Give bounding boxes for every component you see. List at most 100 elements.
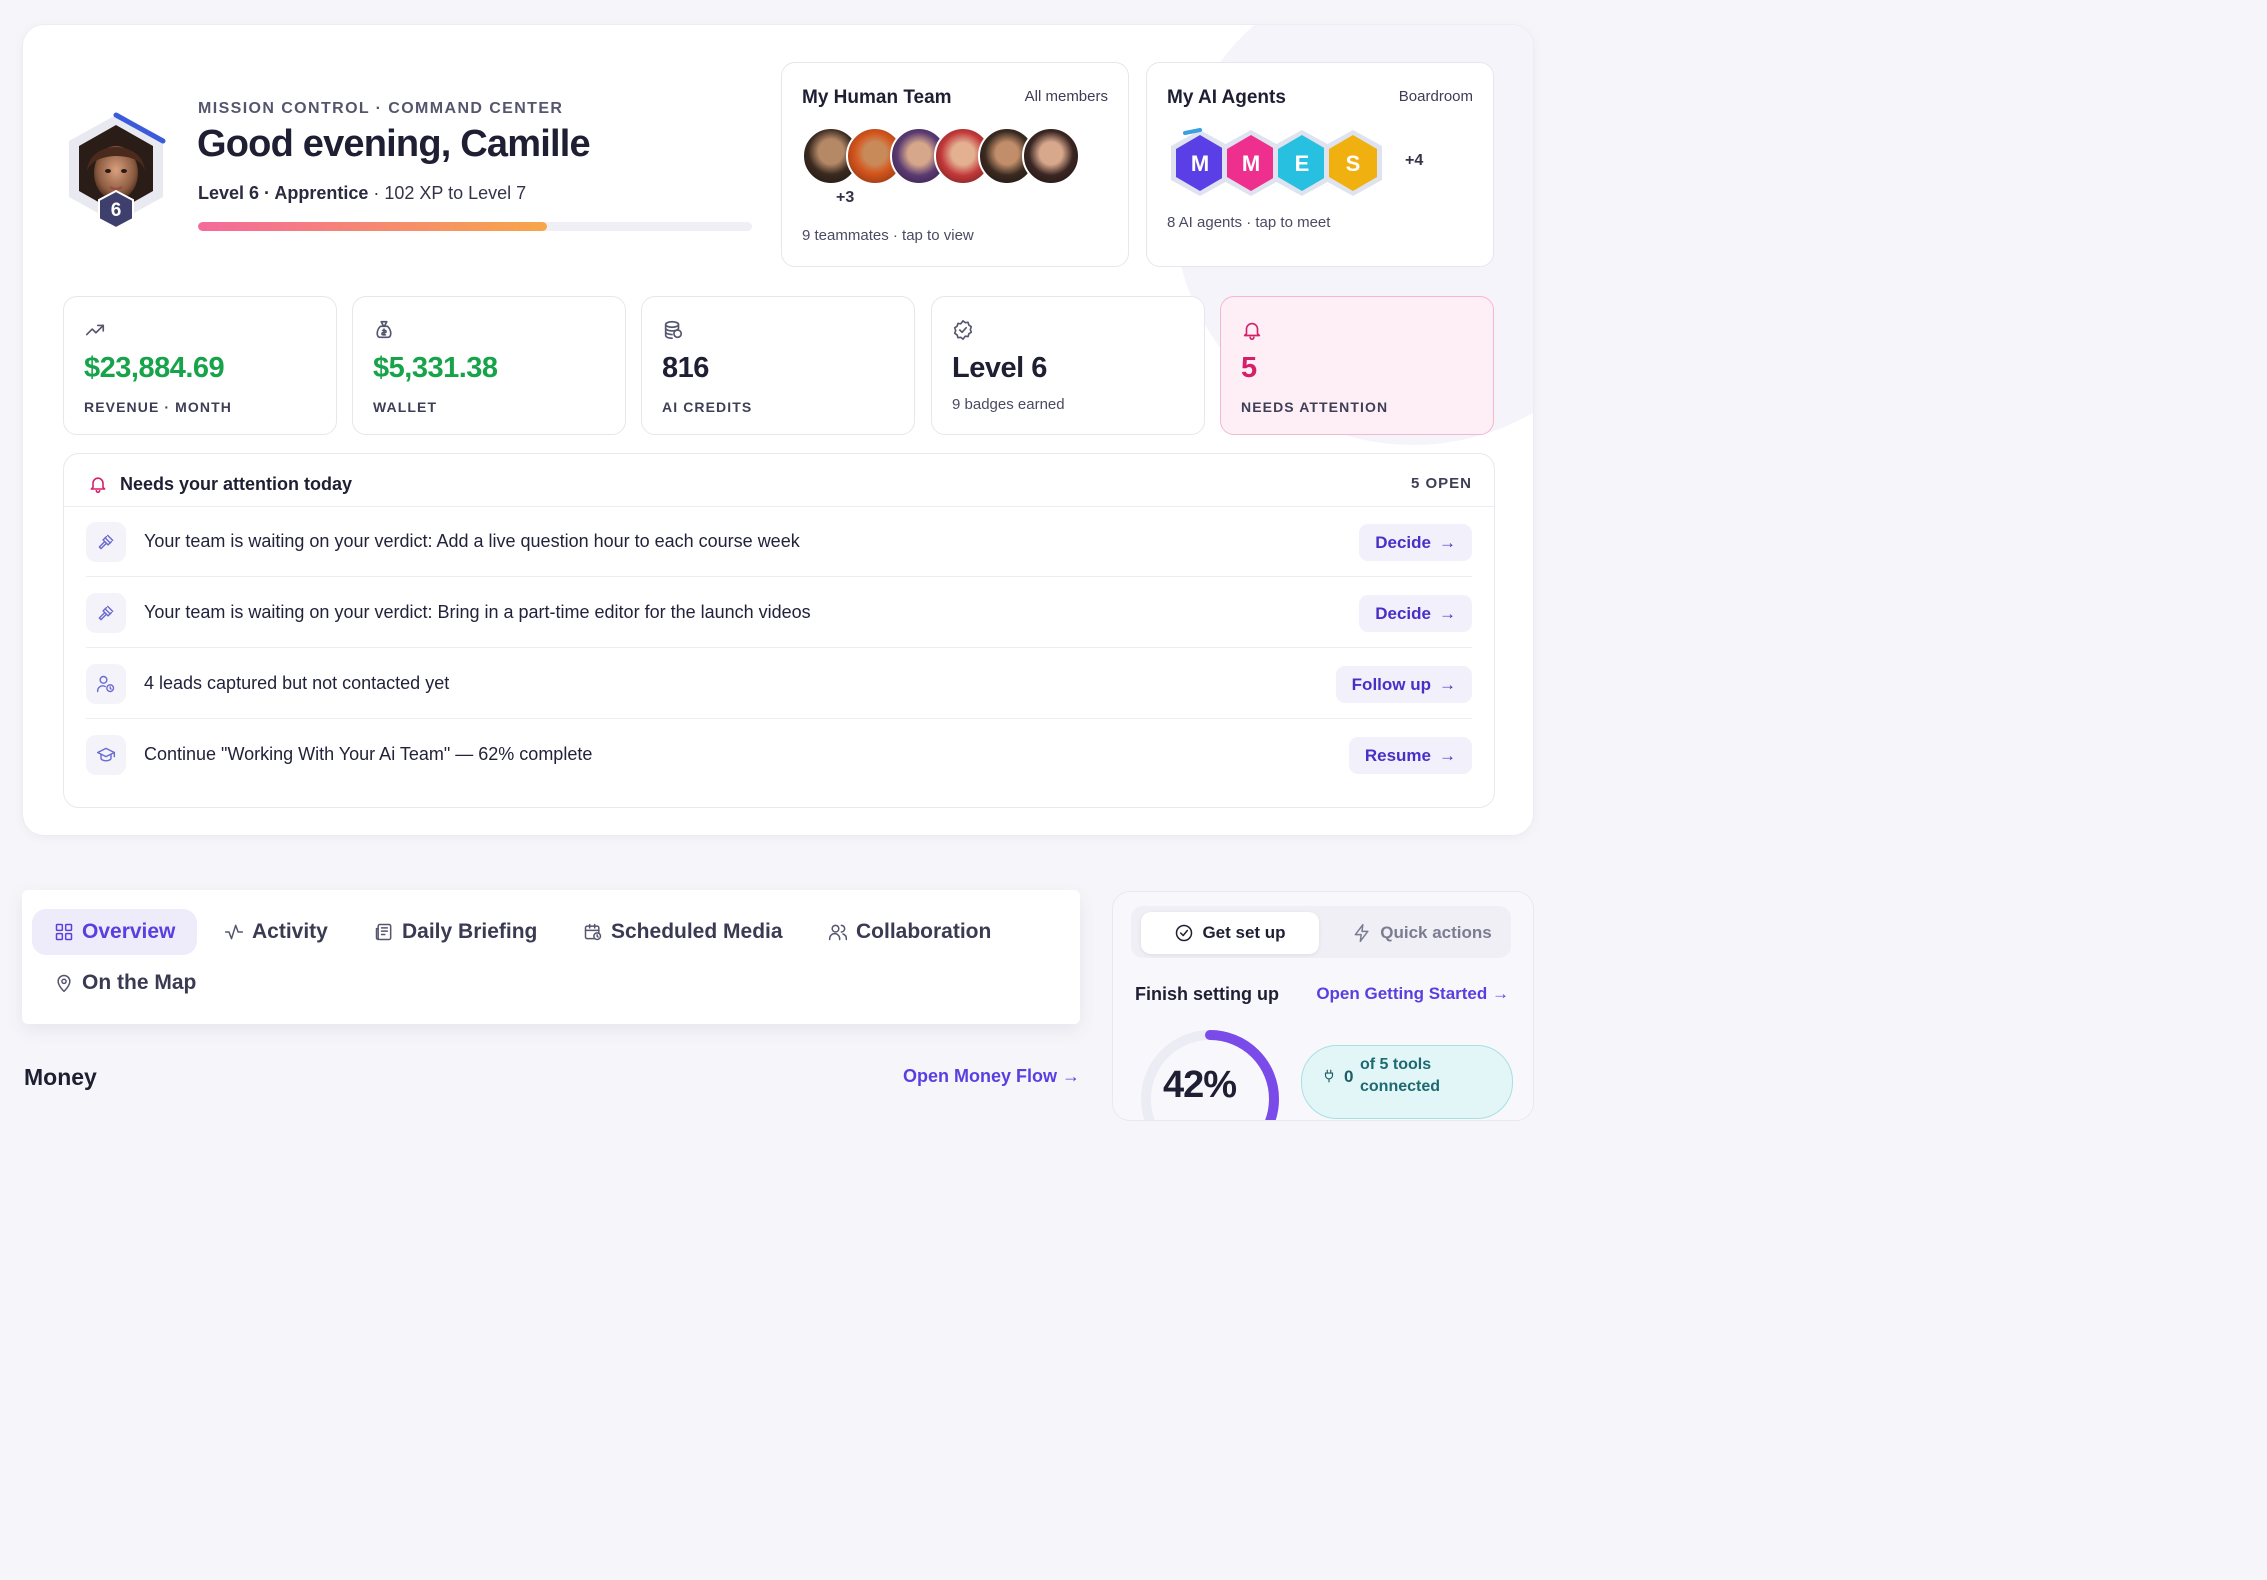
- teammate-avatar[interactable]: [1022, 127, 1080, 185]
- attention-item-icon-box: [86, 522, 126, 562]
- money-bag-icon: [376, 320, 392, 339]
- map-pin-icon: [57, 974, 71, 993]
- open-money-flow-link[interactable]: Open Money Flow →: [903, 1066, 1080, 1087]
- tab-label: Collaboration: [856, 920, 992, 943]
- decide-button-label: Decide: [1375, 532, 1431, 552]
- attention-item-text: 4 leads captured but not contacted yet: [144, 673, 450, 693]
- teammates-summary: 9 teammates · tap to view: [802, 227, 974, 244]
- ai-agent-initial: M: [1242, 151, 1260, 176]
- tab-overview[interactable]: Overview: [32, 909, 198, 955]
- get-set-up-label: Get set up: [1202, 923, 1286, 942]
- xp-progress-bar: [198, 222, 752, 231]
- attention-item[interactable]: Your team is waiting on your verdict: Ad…: [86, 507, 1472, 577]
- calendar-clock-icon: [584, 923, 602, 941]
- human-team-title: My Human Team: [802, 87, 952, 108]
- teammate-avatars[interactable]: [802, 127, 1102, 187]
- attention-item[interactable]: 4 leads captured but not contacted yet F…: [86, 649, 1472, 719]
- get-set-up-tab[interactable]: Get set up: [1141, 912, 1319, 954]
- arrow-right-icon: →: [1439, 603, 1456, 623]
- quick-actions-tab[interactable]: Quick actions: [1337, 912, 1507, 954]
- stat-needs-attention[interactable]: 5 NEEDS ATTENTION: [1220, 296, 1494, 435]
- level-label: Level 6 · Apprentice: [198, 183, 369, 203]
- decide-button[interactable]: Decide →: [1359, 524, 1472, 561]
- decide-button-label: Decide: [1375, 603, 1431, 623]
- more-agents-count: +4: [1405, 152, 1424, 169]
- mission-control-card: 6 MISSION CONTROL · COMMAND CENTER Good …: [22, 24, 1534, 836]
- stat-label: AI CREDITS: [662, 399, 753, 415]
- activity-icon: [224, 924, 244, 940]
- tab-collaboration[interactable]: Collaboration: [806, 909, 1013, 955]
- stat-value: 5: [1241, 352, 1257, 384]
- stat-label: WALLET: [373, 399, 438, 415]
- section-tabs: Overview Activity Daily Briefing Schedul…: [22, 890, 1080, 1024]
- attention-item-text: Your team is waiting on your verdict: Br…: [144, 602, 811, 622]
- stat-level[interactable]: Level 6 9 badges earned: [931, 296, 1205, 435]
- more-teammates-count: +3: [836, 189, 855, 206]
- graduation-cap-icon: [96, 747, 116, 762]
- attention-title: Needs your attention today: [120, 474, 353, 494]
- tab-label: On the Map: [82, 971, 197, 994]
- ai-agents-card[interactable]: My AI Agents Boardroom M M E S +4 8 AI a…: [1146, 62, 1494, 267]
- boardroom-link[interactable]: Boardroom: [1399, 88, 1473, 105]
- human-team-card[interactable]: My Human Team All members +3 9 teammates…: [781, 62, 1129, 267]
- stat-wallet[interactable]: $5,331.38 WALLET: [352, 296, 626, 435]
- ai-agent-initial: M: [1191, 151, 1209, 176]
- tab-label: Scheduled Media: [611, 920, 783, 943]
- follow-up-button-label: Follow up: [1351, 674, 1431, 694]
- follow-up-button[interactable]: Follow up →: [1335, 666, 1472, 703]
- open-getting-started-link[interactable]: Open Getting Started →: [1316, 984, 1509, 1004]
- plug-icon: [1324, 1069, 1334, 1083]
- xp-text: · 102 XP to Level 7: [368, 183, 527, 203]
- stat-value: Level 6: [952, 352, 1047, 384]
- attention-item-text: Continue "Working With Your Ai Team" — 6…: [144, 744, 593, 764]
- arrow-right-icon: →: [1439, 745, 1456, 765]
- stat-label: 9 badges earned: [952, 396, 1065, 413]
- resume-button[interactable]: Resume →: [1348, 737, 1472, 774]
- ai-agents-title: My AI Agents: [1167, 87, 1286, 108]
- trending-up-icon: [85, 324, 105, 336]
- bell-icon: [90, 477, 106, 494]
- all-members-link[interactable]: All members: [1025, 88, 1108, 105]
- attention-item[interactable]: Continue "Working With Your Ai Team" — 6…: [86, 720, 1472, 790]
- attention-item-icon-box: [86, 664, 126, 704]
- stat-revenue[interactable]: $23,884.69 REVENUE · MONTH: [63, 296, 337, 435]
- xp-progress-fill: [198, 222, 548, 231]
- money-section-title: Money: [24, 1064, 97, 1090]
- gavel-icon: [98, 534, 114, 550]
- check-circle-icon: [1176, 924, 1193, 942]
- user-clock-icon: [96, 675, 115, 693]
- attention-item[interactable]: Your team is waiting on your verdict: Br…: [86, 578, 1472, 648]
- stat-label: REVENUE · MONTH: [84, 399, 232, 415]
- tab-scheduled-media[interactable]: Scheduled Media: [561, 909, 805, 955]
- quick-actions-label: Quick actions: [1380, 923, 1492, 942]
- tools-connected-text: of 5 tools connected: [1360, 1056, 1441, 1095]
- grid-icon: [55, 923, 73, 941]
- stat-ai-credits[interactable]: 816 AI CREDITS: [641, 296, 915, 435]
- stat-value: $23,884.69: [84, 352, 225, 384]
- tab-daily-briefing[interactable]: Daily Briefing: [352, 909, 559, 955]
- coins-icon: [664, 320, 683, 340]
- attention-item-icon-box: [86, 593, 126, 633]
- decide-button[interactable]: Decide →: [1359, 595, 1472, 632]
- stat-value: 816: [662, 352, 709, 384]
- tab-activity[interactable]: Activity: [202, 909, 350, 955]
- newspaper-icon: [375, 923, 392, 941]
- tools-connected-count: 0: [1344, 1067, 1354, 1086]
- tools-connected-pill[interactable]: 0 of 5 tools connected: [1301, 1045, 1513, 1119]
- level-badge: 6: [111, 200, 122, 221]
- gavel-icon: [98, 605, 114, 621]
- lightning-icon: [1354, 923, 1369, 943]
- ai-agent-avatar[interactable]: S: [1320, 127, 1386, 199]
- attention-open-count: 5 OPEN: [1410, 475, 1472, 492]
- users-icon: [828, 924, 848, 941]
- agents-summary: 8 AI agents · tap to meet: [1167, 214, 1331, 231]
- attention-panel: Needs your attention today 5 OPEN Your t…: [63, 453, 1495, 808]
- arrow-right-icon: →: [1439, 532, 1456, 552]
- badge-check-icon: [953, 320, 973, 340]
- user-avatar[interactable]: 6: [63, 111, 169, 229]
- tab-on-the-map[interactable]: On the Map: [32, 960, 218, 1006]
- bell-icon: [1243, 322, 1261, 340]
- attention-header: Needs your attention today 5 OPEN: [64, 454, 1494, 507]
- resume-button-label: Resume: [1364, 745, 1431, 765]
- ai-agent-initial: S: [1346, 151, 1361, 176]
